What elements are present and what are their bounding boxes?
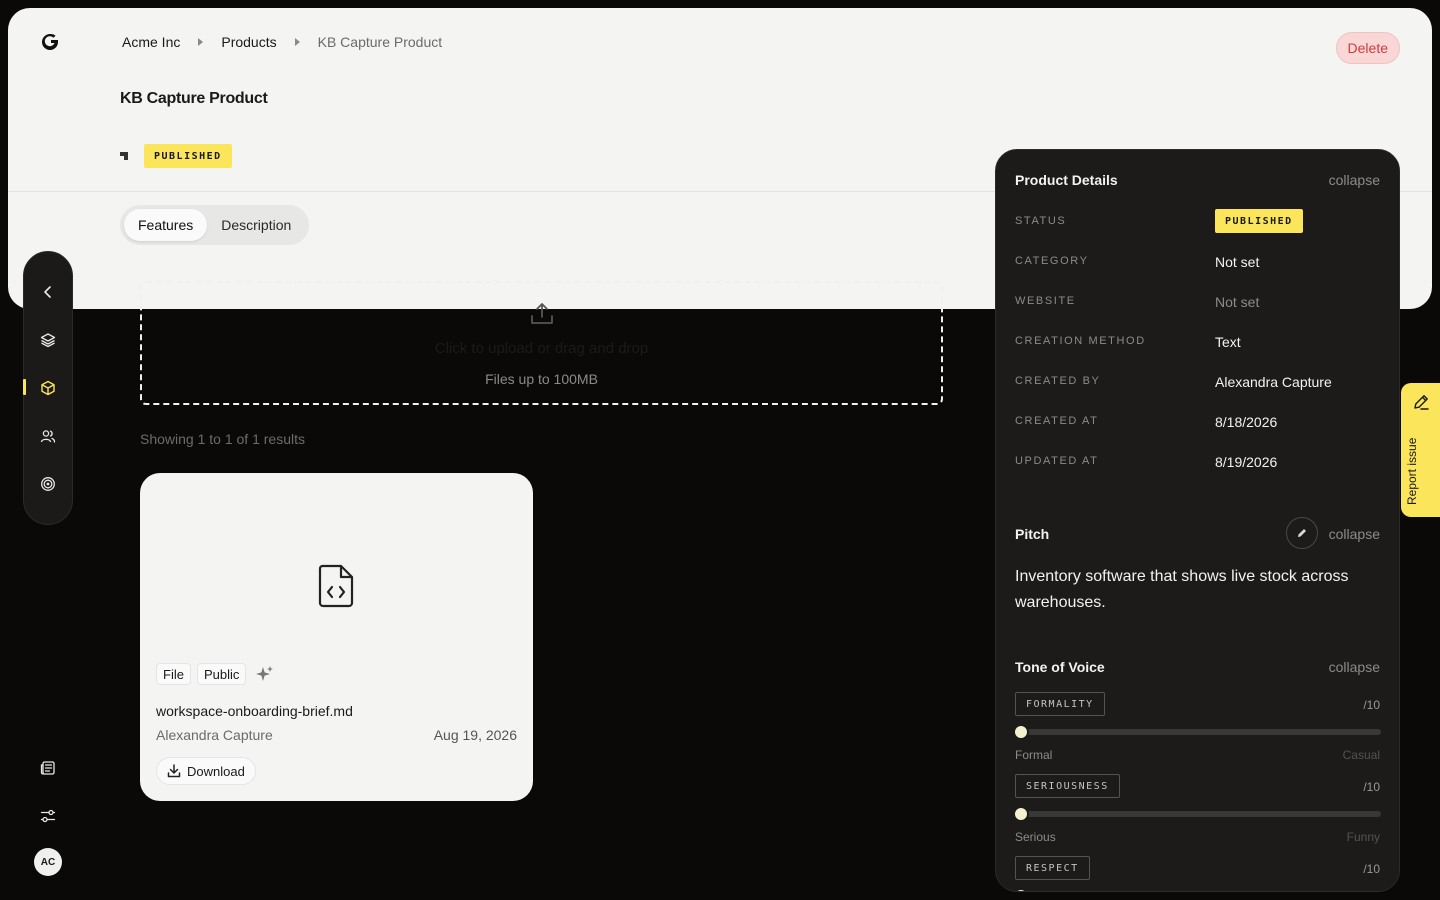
docs-button[interactable] [34, 754, 62, 782]
corner-mark-icon [120, 152, 128, 160]
sidebar-collapse-button[interactable] [24, 278, 72, 306]
upload-limit: Files up to 100MB [485, 371, 598, 387]
product-details-panel: Product Details collapse STATUS PUBLISHE… [995, 149, 1400, 892]
upload-icon [531, 303, 553, 324]
website-label: WEBSITE [1015, 295, 1076, 307]
brand-logo-icon[interactable] [40, 32, 60, 52]
category-value: Not set [1215, 254, 1260, 270]
tone-collapse-button[interactable]: collapse [1329, 659, 1380, 675]
status-badge: PUBLISHED [144, 144, 232, 168]
download-label: Download [187, 763, 245, 779]
tab-bar: Features Description [120, 205, 310, 245]
respect-tag: RESPECT [1015, 856, 1090, 880]
download-button[interactable]: Download [156, 757, 256, 785]
seriousness-left-label: Serious [1015, 830, 1056, 844]
user-avatar[interactable]: AC [34, 848, 62, 876]
file-name[interactable]: workspace-onboarding-brief.md [156, 703, 353, 719]
respect-max: /10 [1363, 862, 1380, 876]
page-title: KB Capture Product [120, 90, 268, 107]
sidebar-item-targets[interactable] [24, 470, 72, 498]
tab-features[interactable]: Features [124, 209, 208, 241]
seriousness-slider[interactable] [1013, 806, 1381, 822]
layers-icon [40, 333, 56, 348]
formality-right-label: Casual [1342, 748, 1380, 762]
created-by-value: Alexandra Capture [1215, 374, 1332, 390]
code-file-icon [318, 564, 354, 608]
sparkle-icon [256, 666, 274, 681]
file-type-chip: File [156, 663, 191, 685]
status-label: STATUS [1015, 215, 1067, 227]
report-issue-label: Report issue [1405, 437, 1419, 505]
sidebar-item-products[interactable] [24, 374, 72, 402]
settings-button[interactable] [34, 802, 62, 830]
breadcrumb: Acme Inc Products KB Capture Product [122, 34, 442, 50]
pencil-icon [1414, 395, 1429, 410]
results-count: Showing 1 to 1 of 1 results [140, 431, 305, 447]
seriousness-tag: SERIOUSNESS [1015, 774, 1120, 798]
created-by-label: CREATED BY [1015, 375, 1101, 387]
breadcrumb-current: KB Capture Product [317, 34, 443, 50]
details-collapse-button[interactable]: collapse [1329, 172, 1380, 188]
download-icon [167, 764, 181, 778]
pencil-icon [1298, 529, 1306, 537]
respect-slider-thumb[interactable] [1013, 888, 1029, 891]
formality-max: /10 [1363, 698, 1380, 712]
tone-title: Tone of Voice [1015, 659, 1105, 675]
formality-slider-thumb[interactable] [1013, 724, 1029, 740]
breadcrumb-org[interactable]: Acme Inc [122, 34, 180, 50]
visibility-chip: Public [196, 663, 247, 685]
target-icon [41, 477, 55, 491]
details-title: Product Details [1015, 172, 1118, 188]
breadcrumb-products[interactable]: Products [221, 34, 276, 50]
created-at-value: 8/18/2026 [1215, 414, 1278, 430]
seriousness-slider-thumb[interactable] [1013, 806, 1029, 822]
file-chips: File Public [156, 663, 274, 685]
pitch-collapse-button[interactable]: collapse [1329, 526, 1380, 542]
tab-description[interactable]: Description [207, 209, 305, 241]
updated-at-label: UPDATED AT [1015, 455, 1099, 467]
website-value: Not set [1215, 294, 1260, 310]
sidebar-item-layers[interactable] [24, 326, 72, 354]
sidebar-item-users[interactable] [24, 422, 72, 450]
cube-icon [41, 380, 55, 396]
users-icon [40, 430, 56, 443]
formality-slider[interactable] [1013, 724, 1381, 740]
pitch-text: Inventory software that shows live stock… [1015, 568, 1349, 611]
report-issue-button[interactable]: Report issue [1401, 383, 1440, 517]
sidebar-nav [23, 251, 73, 525]
creation-method-value: Text [1215, 334, 1241, 350]
file-date: Aug 19, 2026 [433, 727, 517, 743]
upload-prompt: Click to upload or drag and drop [434, 340, 649, 357]
sliders-icon [40, 809, 56, 823]
status-badge: PUBLISHED [1215, 209, 1303, 233]
created-at-label: CREATED AT [1015, 415, 1099, 427]
file-author: Alexandra Capture [156, 727, 273, 743]
creation-method-label: CREATION METHOD [1015, 335, 1146, 347]
updated-at-value: 8/19/2026 [1215, 454, 1278, 470]
pitch-title: Pitch [1015, 526, 1050, 542]
file-card[interactable]: File Public workspace-onboarding-brief.m… [140, 473, 533, 801]
chevron-left-icon [44, 286, 51, 298]
delete-button[interactable]: Delete [1335, 32, 1400, 64]
chevron-right-icon [294, 38, 300, 46]
seriousness-right-label: Funny [1346, 830, 1380, 844]
formality-tag: FORMALITY [1015, 692, 1105, 716]
newspaper-icon [40, 761, 55, 775]
category-label: CATEGORY [1015, 255, 1089, 267]
formality-left-label: Formal [1015, 748, 1053, 762]
chevron-right-icon [198, 38, 204, 46]
edit-pitch-button[interactable] [1286, 517, 1318, 549]
seriousness-max: /10 [1363, 780, 1380, 794]
upload-dropzone[interactable]: Click to upload or drag and drop Files u… [140, 281, 943, 405]
